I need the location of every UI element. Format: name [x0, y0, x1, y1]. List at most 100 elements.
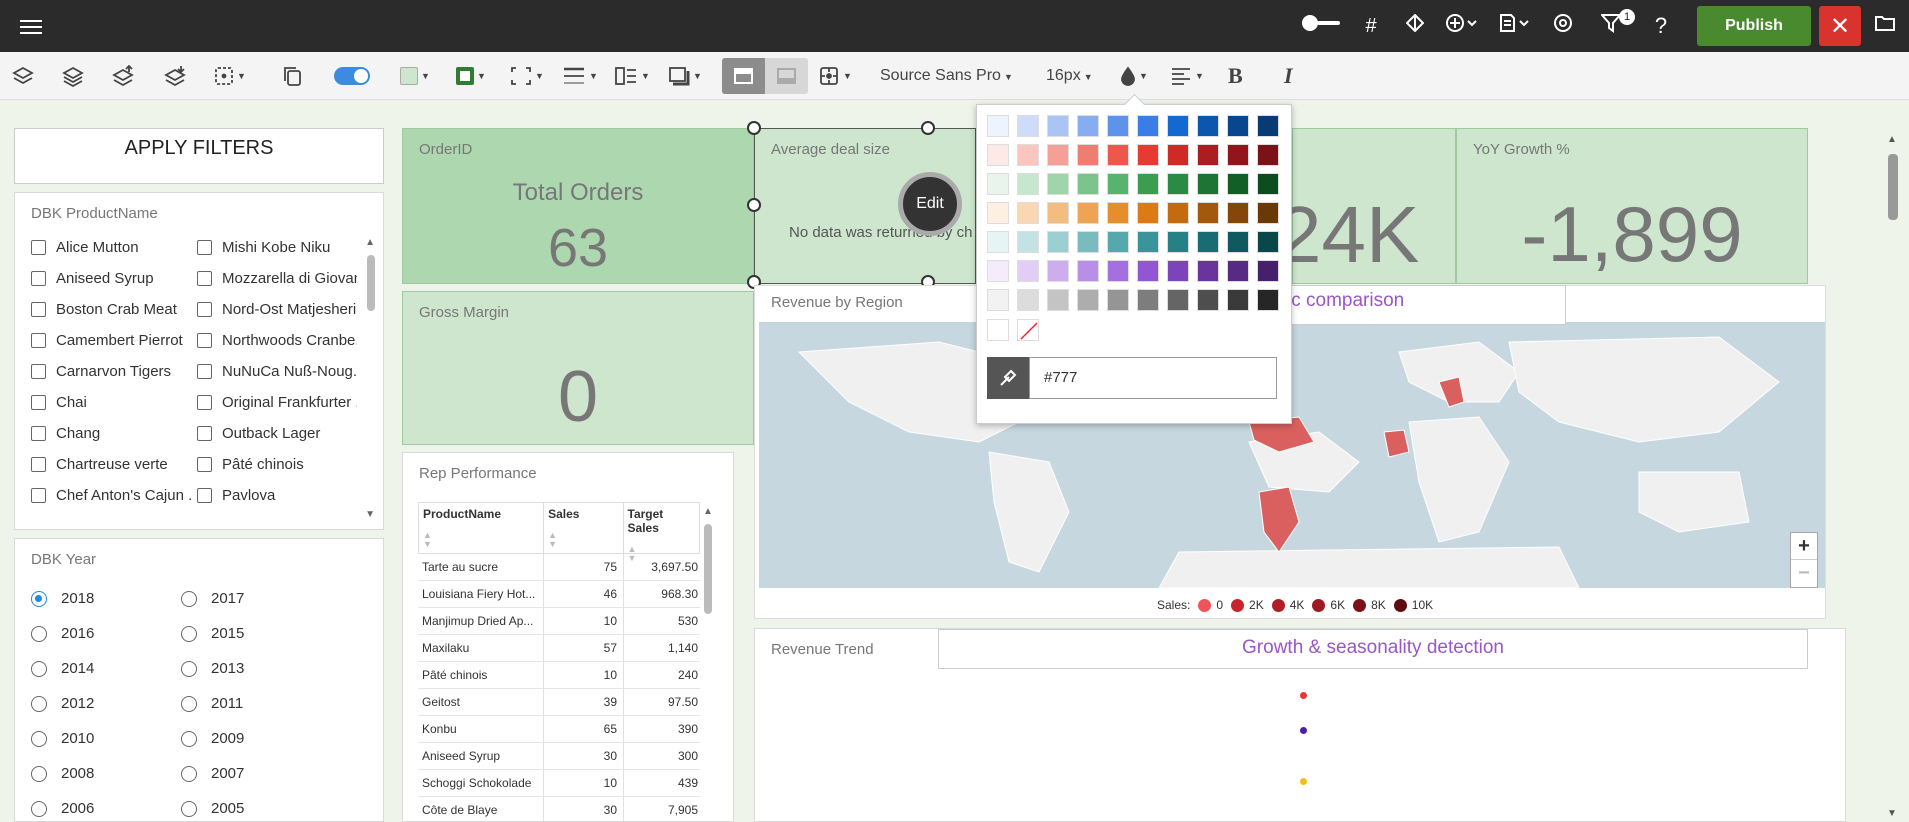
table-row[interactable]: Konbu 65 390	[418, 716, 700, 743]
color-swatch[interactable]	[1047, 144, 1069, 166]
color-swatch[interactable]	[1047, 202, 1069, 224]
color-swatch[interactable]	[1197, 144, 1219, 166]
send-backward-icon[interactable]	[164, 64, 186, 88]
color-swatch[interactable]	[1227, 115, 1249, 137]
checkbox[interactable]	[197, 333, 212, 348]
year-radio-item[interactable]: 2010	[31, 730, 94, 747]
table-row[interactable]: Aniseed Syrup 30 300	[418, 743, 700, 770]
color-swatch[interactable]	[1197, 231, 1219, 253]
color-swatch[interactable]	[1167, 260, 1189, 282]
color-swatch[interactable]	[1227, 173, 1249, 195]
layout-option-1[interactable]	[722, 58, 765, 94]
radio-button[interactable]	[31, 660, 47, 677]
radio-button[interactable]	[31, 800, 47, 817]
position-dropdown[interactable]: ▼	[818, 64, 852, 88]
color-swatch[interactable]	[1167, 115, 1189, 137]
color-swatch[interactable]	[1017, 202, 1039, 224]
zoom-out-button[interactable]: −	[1791, 560, 1817, 587]
year-radio-item[interactable]: 2012	[31, 695, 94, 712]
resize-handle[interactable]	[747, 121, 761, 135]
folder-icon[interactable]	[1861, 14, 1909, 38]
column-header-product[interactable]: ProductName ▲ ▼	[419, 503, 545, 553]
color-swatch[interactable]	[1077, 144, 1099, 166]
year-radio-item[interactable]: 2018	[31, 590, 94, 607]
product-checkbox-item[interactable]: Carnarvon Tigers	[31, 363, 191, 380]
color-swatch[interactable]	[987, 289, 1009, 311]
radio-button[interactable]	[31, 730, 47, 747]
year-radio-item[interactable]: 2005	[181, 800, 244, 817]
bring-forward-icon[interactable]	[62, 64, 84, 88]
checkbox[interactable]	[197, 271, 212, 286]
resize-handle[interactable]	[747, 198, 761, 212]
toggle-grid-icon[interactable]	[1295, 13, 1349, 39]
page-menu-icon[interactable]	[1489, 13, 1541, 39]
year-radio-item[interactable]: 2009	[181, 730, 244, 747]
color-swatch[interactable]	[1107, 144, 1129, 166]
column-header-sales[interactable]: Sales ▲ ▼	[544, 503, 624, 553]
page-scroll-down-icon[interactable]: ▼	[1887, 808, 1897, 819]
color-swatch[interactable]	[1257, 289, 1279, 311]
hamburger-menu-icon[interactable]	[20, 16, 42, 36]
eyedropper-icon[interactable]	[987, 357, 1029, 399]
product-checkbox-item[interactable]: Mishi Kobe Niku	[197, 239, 357, 256]
year-radio-item[interactable]: 2016	[31, 625, 94, 642]
product-checkbox-item[interactable]: Chang	[31, 425, 191, 442]
color-swatch[interactable]	[1167, 202, 1189, 224]
fill-color-dropdown[interactable]: ▼	[400, 64, 430, 88]
color-swatch[interactable]	[1197, 115, 1219, 137]
color-swatch[interactable]	[1137, 144, 1159, 166]
padding-dropdown[interactable]: ▼	[614, 64, 650, 88]
apply-filters-button[interactable]: APPLY FILTERS	[14, 128, 384, 184]
color-swatch[interactable]	[1107, 260, 1129, 282]
color-swatch[interactable]	[1017, 260, 1039, 282]
radio-button[interactable]	[181, 695, 197, 712]
product-checkbox-item[interactable]: Northwoods Cranbe...	[197, 332, 357, 349]
product-checkbox-item[interactable]: Chef Anton's Cajun ...	[31, 487, 191, 504]
product-checkbox-item[interactable]: Pâté chinois	[197, 456, 357, 473]
radio-button[interactable]	[181, 730, 197, 747]
color-swatch[interactable]	[1257, 173, 1279, 195]
color-swatch[interactable]	[987, 202, 1009, 224]
color-swatch[interactable]	[987, 173, 1009, 195]
color-swatch[interactable]	[1257, 231, 1279, 253]
scroll-up-icon[interactable]: ▲	[703, 506, 713, 517]
border-style-dropdown[interactable]: ▼	[510, 64, 544, 88]
color-swatch[interactable]	[1257, 202, 1279, 224]
checkbox[interactable]	[31, 488, 46, 503]
year-radio-item[interactable]: 2006	[31, 800, 94, 817]
product-checkbox-item[interactable]: Pavlova	[197, 487, 357, 504]
zoom-in-button[interactable]: +	[1791, 533, 1817, 560]
checkbox[interactable]	[31, 364, 46, 379]
close-icon[interactable]: ✕	[1819, 6, 1861, 46]
color-swatch[interactable]	[1227, 144, 1249, 166]
color-swatch[interactable]	[1137, 289, 1159, 311]
italic-icon[interactable]: I	[1284, 63, 1293, 88]
color-swatch[interactable]	[1167, 173, 1189, 195]
bold-icon[interactable]: B	[1228, 63, 1243, 88]
no-color-swatch[interactable]	[1017, 319, 1039, 341]
checkbox[interactable]	[31, 395, 46, 410]
color-swatch[interactable]	[987, 231, 1009, 253]
checkbox[interactable]	[31, 302, 46, 317]
color-swatch[interactable]	[1257, 144, 1279, 166]
checkbox[interactable]	[31, 457, 46, 472]
product-checkbox-item[interactable]: Nord-Ost Matjesheri...	[197, 301, 357, 318]
checkbox[interactable]	[197, 426, 212, 441]
checkbox[interactable]	[197, 488, 212, 503]
yoy-growth-card[interactable]: YoY Growth % -1,899	[1456, 128, 1808, 284]
radio-button[interactable]	[31, 695, 47, 712]
border-color-dropdown[interactable]: ▼	[456, 64, 486, 88]
checkbox[interactable]	[197, 395, 212, 410]
color-swatch[interactable]	[1077, 173, 1099, 195]
color-swatch[interactable]	[1167, 231, 1189, 253]
color-swatch[interactable]	[1107, 231, 1129, 253]
color-swatch[interactable]	[1107, 289, 1129, 311]
trend-point[interactable]	[1300, 727, 1307, 734]
checkbox[interactable]	[197, 240, 212, 255]
product-checkbox-item[interactable]: Camembert Pierrot	[31, 332, 191, 349]
color-swatch[interactable]	[1257, 115, 1279, 137]
color-swatch[interactable]	[1167, 289, 1189, 311]
help-icon[interactable]: ?	[1639, 13, 1683, 39]
scroll-down-icon[interactable]: ▼	[365, 509, 375, 520]
revenue-card[interactable]: 24K	[1277, 128, 1456, 284]
